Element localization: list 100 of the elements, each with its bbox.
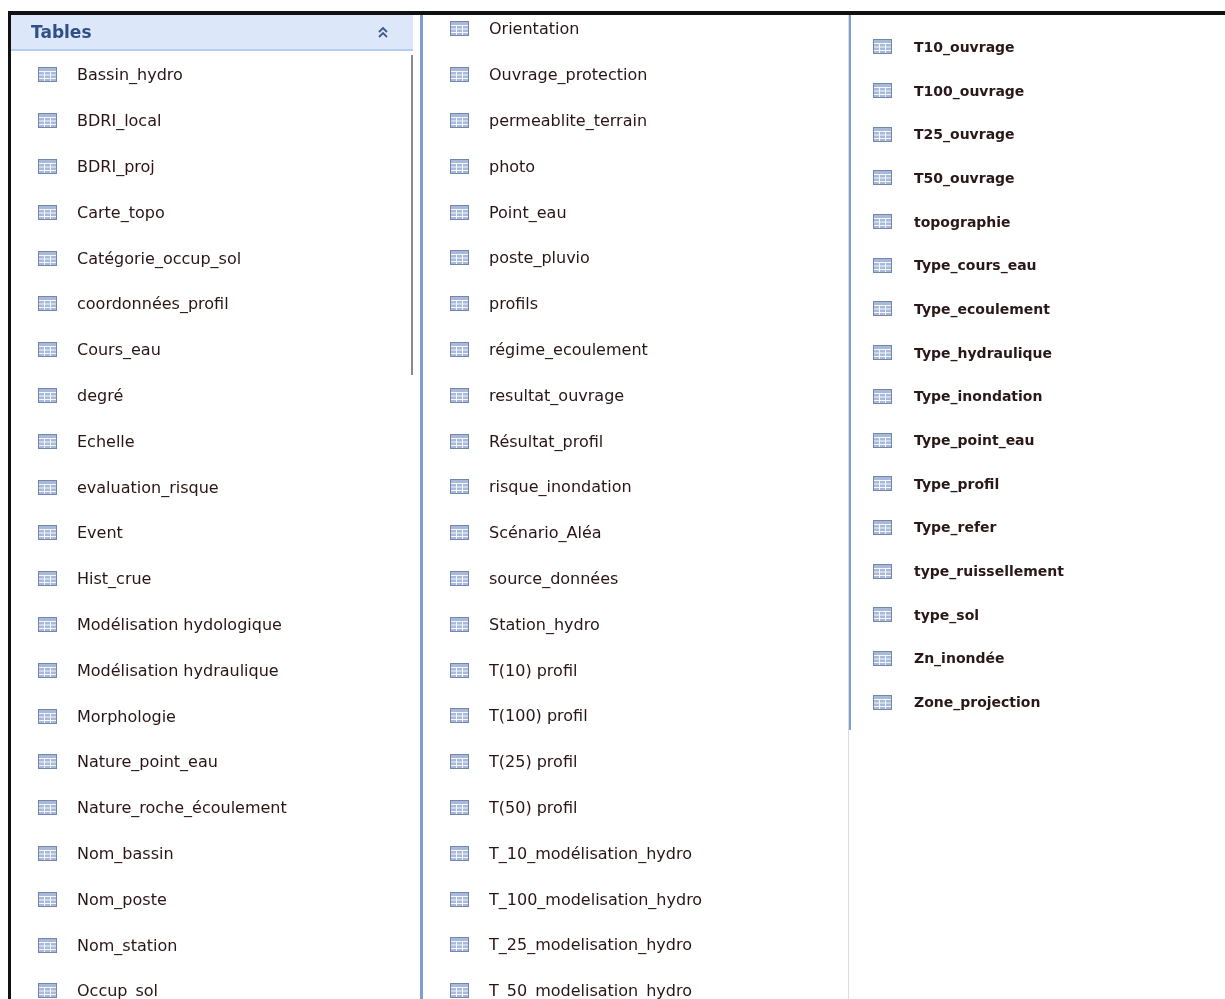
table-item[interactable]: BDRI_proj (11, 143, 413, 190)
table-item[interactable]: T(50) profil (423, 784, 848, 831)
table-item[interactable]: T_50_modelisation_hydro (423, 967, 848, 999)
panel-title: Tables (31, 22, 92, 42)
table-icon (450, 662, 469, 678)
table-icon (450, 433, 469, 449)
table-item[interactable]: Station_hydro (423, 601, 848, 648)
table-item[interactable]: photo (423, 143, 848, 190)
table-item[interactable]: Echelle (11, 418, 413, 465)
table-item[interactable]: evaluation_risque (11, 464, 413, 510)
table-item[interactable]: type_sol (851, 592, 1225, 637)
table-item[interactable]: T_10_modélisation_hydro (423, 830, 848, 877)
table-item[interactable]: profils (423, 280, 848, 327)
table-icon (450, 616, 469, 632)
table-item[interactable]: Type_hydraulique (851, 330, 1225, 375)
table-item[interactable]: Type_refer (851, 505, 1225, 550)
table-icon (873, 519, 892, 535)
table-icon (38, 67, 57, 83)
table-icon (38, 616, 57, 632)
table-icon (38, 387, 57, 403)
table-item[interactable]: Carte_topo (11, 189, 413, 236)
table-item[interactable]: T100_ouvrage (851, 68, 1225, 113)
table-icon (450, 754, 469, 770)
table-icon (38, 983, 57, 999)
table-icon (873, 345, 892, 361)
table-item[interactable]: T_25_modelisation_hydro (423, 921, 848, 968)
table-icon (450, 799, 469, 815)
table-icon (450, 708, 469, 724)
table-icon (450, 479, 469, 495)
table-item[interactable]: BDRI_local (11, 97, 413, 144)
table-item[interactable]: Ouvrage_protection (423, 51, 848, 98)
table-item[interactable]: Nom_bassin (11, 830, 413, 877)
table-icon (450, 570, 469, 586)
table-item[interactable]: T(25) profil (423, 738, 848, 785)
table-icon (38, 937, 57, 953)
table-item[interactable]: risque_inondation (423, 463, 848, 510)
table-icon (38, 708, 57, 724)
table-item[interactable]: Scénario_Aléa (423, 509, 848, 556)
table-item[interactable]: Résultat_profil (423, 418, 848, 464)
table-item[interactable]: coordonnées_profil (11, 281, 413, 327)
table-icon (873, 83, 892, 99)
table-icon (450, 937, 469, 953)
table-item[interactable]: Modélisation hydologique (11, 601, 413, 648)
table-item[interactable]: degré (11, 372, 413, 419)
table-icon (450, 525, 469, 541)
table-icon (38, 800, 57, 816)
table-icon (873, 432, 892, 448)
table-item[interactable]: Nature_roche_écoulement (11, 784, 413, 831)
table-item[interactable]: Modélisation hydraulique (11, 647, 413, 694)
table-item[interactable]: Event (11, 509, 413, 556)
table-item[interactable]: Type_ecoulement (851, 287, 1225, 331)
table-item[interactable]: Type_point_eau (851, 418, 1225, 462)
table-item[interactable]: T25_ouvrage (851, 112, 1225, 157)
table-icon (450, 204, 469, 220)
table-icon (38, 113, 57, 129)
table-item[interactable]: source_données (423, 555, 848, 602)
table-icon (38, 433, 57, 449)
collapse-icon[interactable] (377, 26, 389, 38)
table-item[interactable]: Type_inondation (851, 374, 1225, 419)
table-item[interactable]: Cours_eau (11, 326, 413, 373)
table-item[interactable]: Point_eau (423, 189, 848, 235)
table-icon (873, 563, 892, 579)
table-icon (38, 525, 57, 541)
table-icon (38, 250, 57, 266)
table-icon (38, 342, 57, 358)
table-icon (450, 21, 469, 37)
table-item[interactable]: poste_pluvio (423, 235, 848, 281)
table-item[interactable]: régime_ecoulement (423, 326, 848, 373)
table-item[interactable]: Bassin_hydro (11, 52, 413, 98)
table-item[interactable]: resultat_ouvrage (423, 372, 848, 419)
table-item[interactable]: Zone_projection (851, 680, 1225, 724)
table-item[interactable]: permeablite_terrain (423, 97, 848, 144)
table-item[interactable]: Zn_inondée (851, 636, 1225, 681)
table-icon (38, 204, 57, 220)
table-icon (450, 387, 469, 403)
table-item[interactable]: type_ruissellement (851, 549, 1225, 593)
table-item[interactable]: Nom_station (11, 922, 413, 968)
table-item[interactable]: T_100_modelisation_hydro (423, 876, 848, 922)
table-item[interactable]: Type_profil (851, 461, 1225, 506)
table-item[interactable]: Nom_poste (11, 876, 413, 923)
table-icon (873, 170, 892, 186)
table-icon (873, 388, 892, 404)
table-item[interactable]: Hist_crue (11, 555, 413, 602)
table-icon (873, 257, 892, 273)
table-icon (38, 845, 57, 861)
table-icon (873, 126, 892, 142)
table-item[interactable]: Catégorie_occup_sol (11, 235, 413, 281)
table-item[interactable]: T10_ouvrage (851, 25, 1225, 69)
table-item[interactable]: T(10) profil (423, 647, 848, 693)
table-icon (38, 754, 57, 770)
table-item[interactable]: T(100) profil (423, 692, 848, 739)
table-icon (450, 341, 469, 357)
table-item[interactable]: Morphologie (11, 693, 413, 739)
table-icon (38, 891, 57, 907)
table-item[interactable]: topographie (851, 199, 1225, 244)
table-item[interactable]: Nature_point_eau (11, 738, 413, 785)
table-item[interactable]: Type_cours_eau (851, 243, 1225, 288)
table-icon (38, 662, 57, 678)
table-item[interactable]: T50_ouvrage (851, 156, 1225, 200)
table-item[interactable]: Orientation (423, 15, 848, 52)
